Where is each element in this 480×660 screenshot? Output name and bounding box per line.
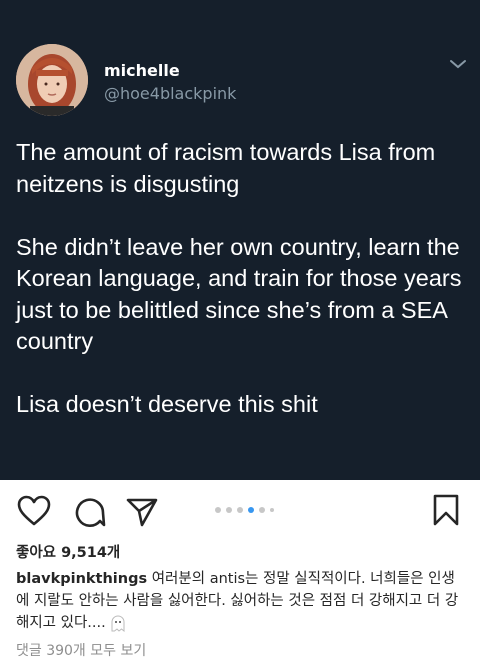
caption: blavkpinkthings 여러분의 antis는 정말 실직적이다. 너희… (16, 568, 468, 634)
carousel-dot (226, 507, 232, 513)
avatar[interactable] (16, 44, 88, 116)
tweet-paragraph: Lisa doesn’t deserve this shit (16, 391, 318, 417)
carousel-dot (237, 507, 243, 513)
carousel-indicator (215, 507, 274, 513)
handle[interactable]: @hoe4blackpink (104, 84, 236, 103)
tweet-paragraph: The amount of racism towards Lisa from n… (16, 139, 436, 197)
ghost-emoji-icon (111, 615, 125, 632)
carousel-dot-active (248, 507, 254, 513)
tweet-card: michelle @hoe4blackpink The amount of ra… (0, 0, 480, 480)
heart-icon[interactable] (17, 495, 51, 527)
bookmark-icon[interactable] (432, 494, 460, 526)
carousel-dot (215, 507, 221, 513)
caption-username[interactable]: blavkpinkthings (16, 571, 147, 587)
avatar-photo (16, 44, 88, 116)
share-icon[interactable] (126, 497, 158, 527)
tweet-text: The amount of racism towards Lisa from n… (16, 137, 471, 421)
display-name[interactable]: michelle (104, 61, 180, 80)
view-comments-link[interactable]: 댓글 390개 모두 보기 (16, 640, 146, 660)
chevron-down-icon[interactable] (449, 58, 467, 70)
tweet-paragraph: She didn’t leave her own country, learn … (16, 233, 462, 355)
likes-count[interactable]: 좋아요 9,514개 (16, 541, 120, 562)
carousel-dot (259, 507, 265, 513)
comment-icon[interactable] (74, 496, 106, 528)
carousel-dot (270, 508, 274, 512)
